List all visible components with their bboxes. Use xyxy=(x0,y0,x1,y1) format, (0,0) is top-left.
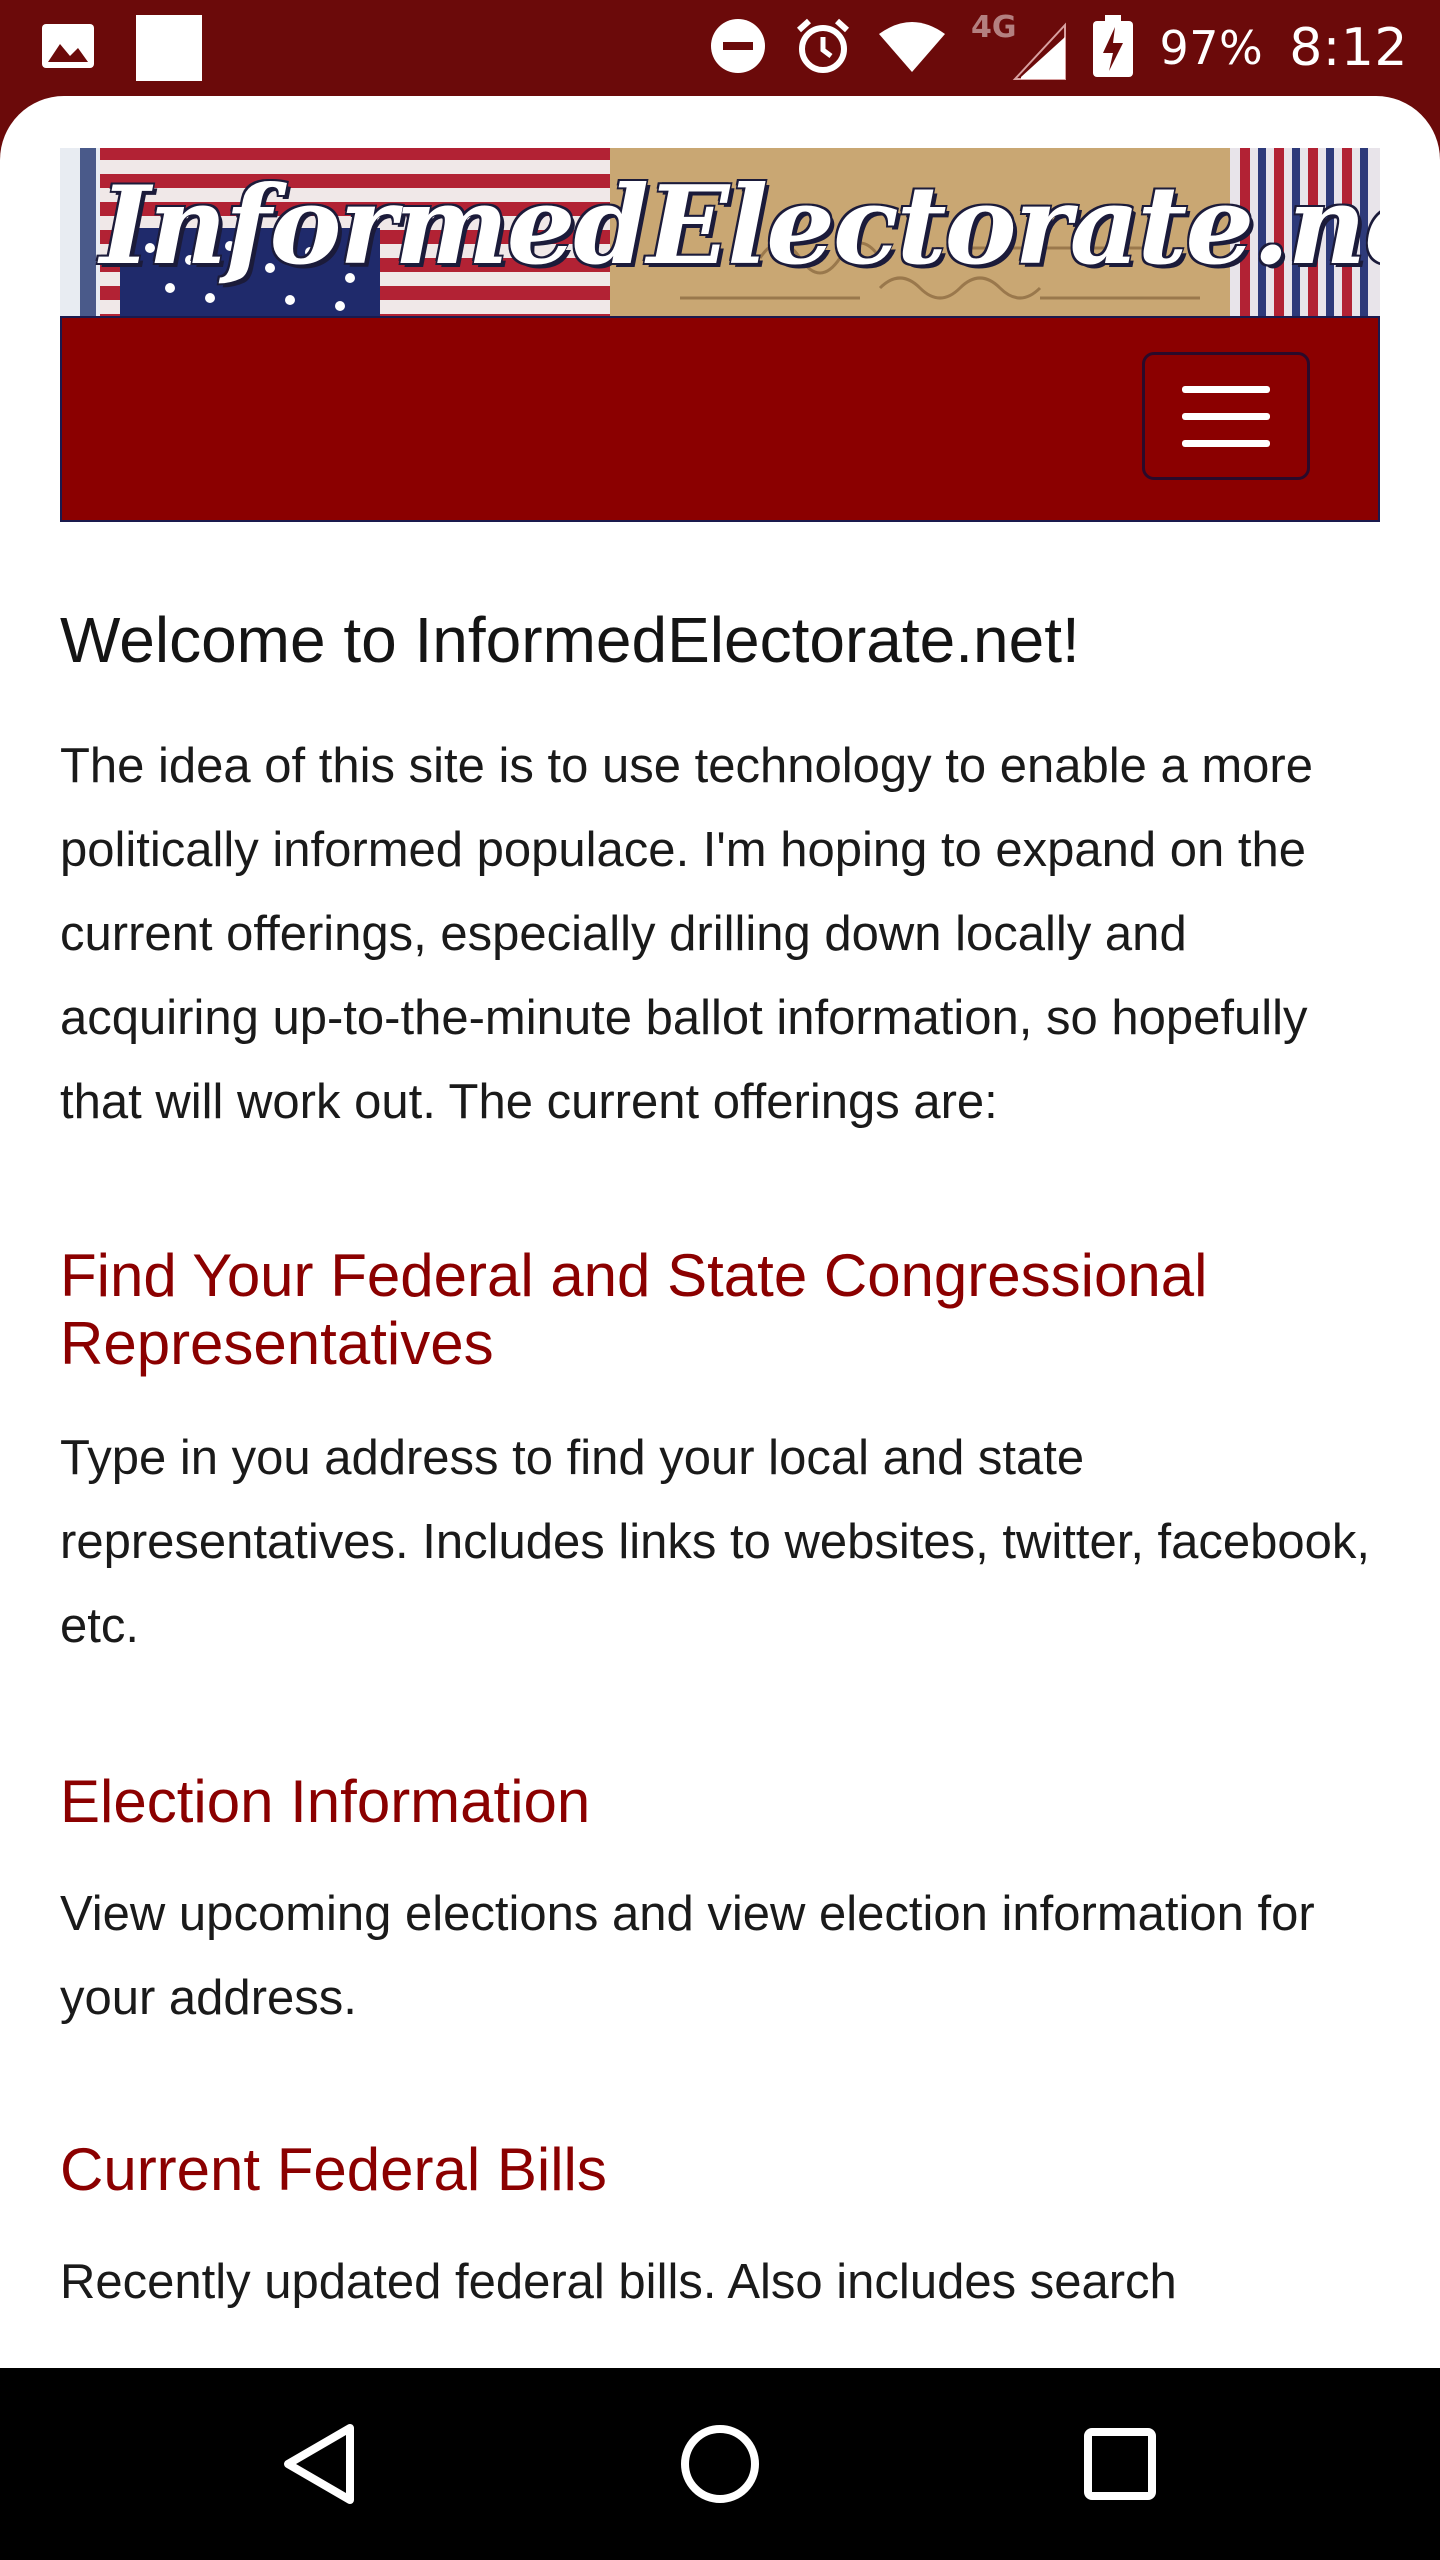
home-button[interactable] xyxy=(664,2408,776,2520)
hamburger-menu-icon xyxy=(1182,385,1270,393)
back-button[interactable] xyxy=(264,2408,376,2520)
navbar xyxy=(60,316,1380,522)
home-icon xyxy=(681,2425,759,2503)
wifi-icon xyxy=(879,20,946,77)
section-text-federal-bills: Recently updated federal bills. Also inc… xyxy=(60,2255,1177,2309)
section-heading-federal-bills[interactable]: Current Federal Bills xyxy=(60,2136,1380,2204)
recents-icon xyxy=(1084,2428,1156,2500)
main-content: Welcome to InformedElectorate.net! The i… xyxy=(60,596,1380,2324)
section-text-election-information: View upcoming elections and view electio… xyxy=(60,1887,1315,2025)
network-type-label: 4G xyxy=(971,11,1017,45)
battery-percentage: 97% xyxy=(1159,21,1264,75)
battery-charging-icon xyxy=(1093,14,1134,82)
status-bar: 4G 97% 8:12 xyxy=(0,0,1440,96)
image-icon xyxy=(40,22,96,75)
intro-paragraph: The idea of this site is to use technolo… xyxy=(60,739,1313,1129)
system-navigation-bar xyxy=(0,2368,1440,2560)
section-heading-election-information[interactable]: Election Information xyxy=(60,1768,1380,1836)
signal-icon: 4G xyxy=(971,10,1067,86)
section-heading-representatives[interactable]: Find Your Federal and State Congressiona… xyxy=(60,1242,1380,1378)
section-text-representatives: Type in you address to find your local a… xyxy=(60,1431,1371,1653)
web-content: InformedElectorate.net Welcome to Inform… xyxy=(0,96,1440,2368)
hamburger-menu-button[interactable] xyxy=(1142,352,1310,480)
site-logo-title[interactable]: InformedElectorate.net xyxy=(100,156,1380,296)
recents-button[interactable] xyxy=(1064,2408,1176,2520)
do-not-disturb-icon xyxy=(709,17,767,80)
alarm-icon xyxy=(793,16,853,81)
page-title: Welcome to InformedElectorate.net! xyxy=(60,604,1080,676)
clock: 8:12 xyxy=(1289,18,1408,78)
site-banner[interactable]: InformedElectorate.net xyxy=(60,148,1380,316)
back-icon xyxy=(284,2424,354,2504)
white-square-icon xyxy=(136,15,202,81)
